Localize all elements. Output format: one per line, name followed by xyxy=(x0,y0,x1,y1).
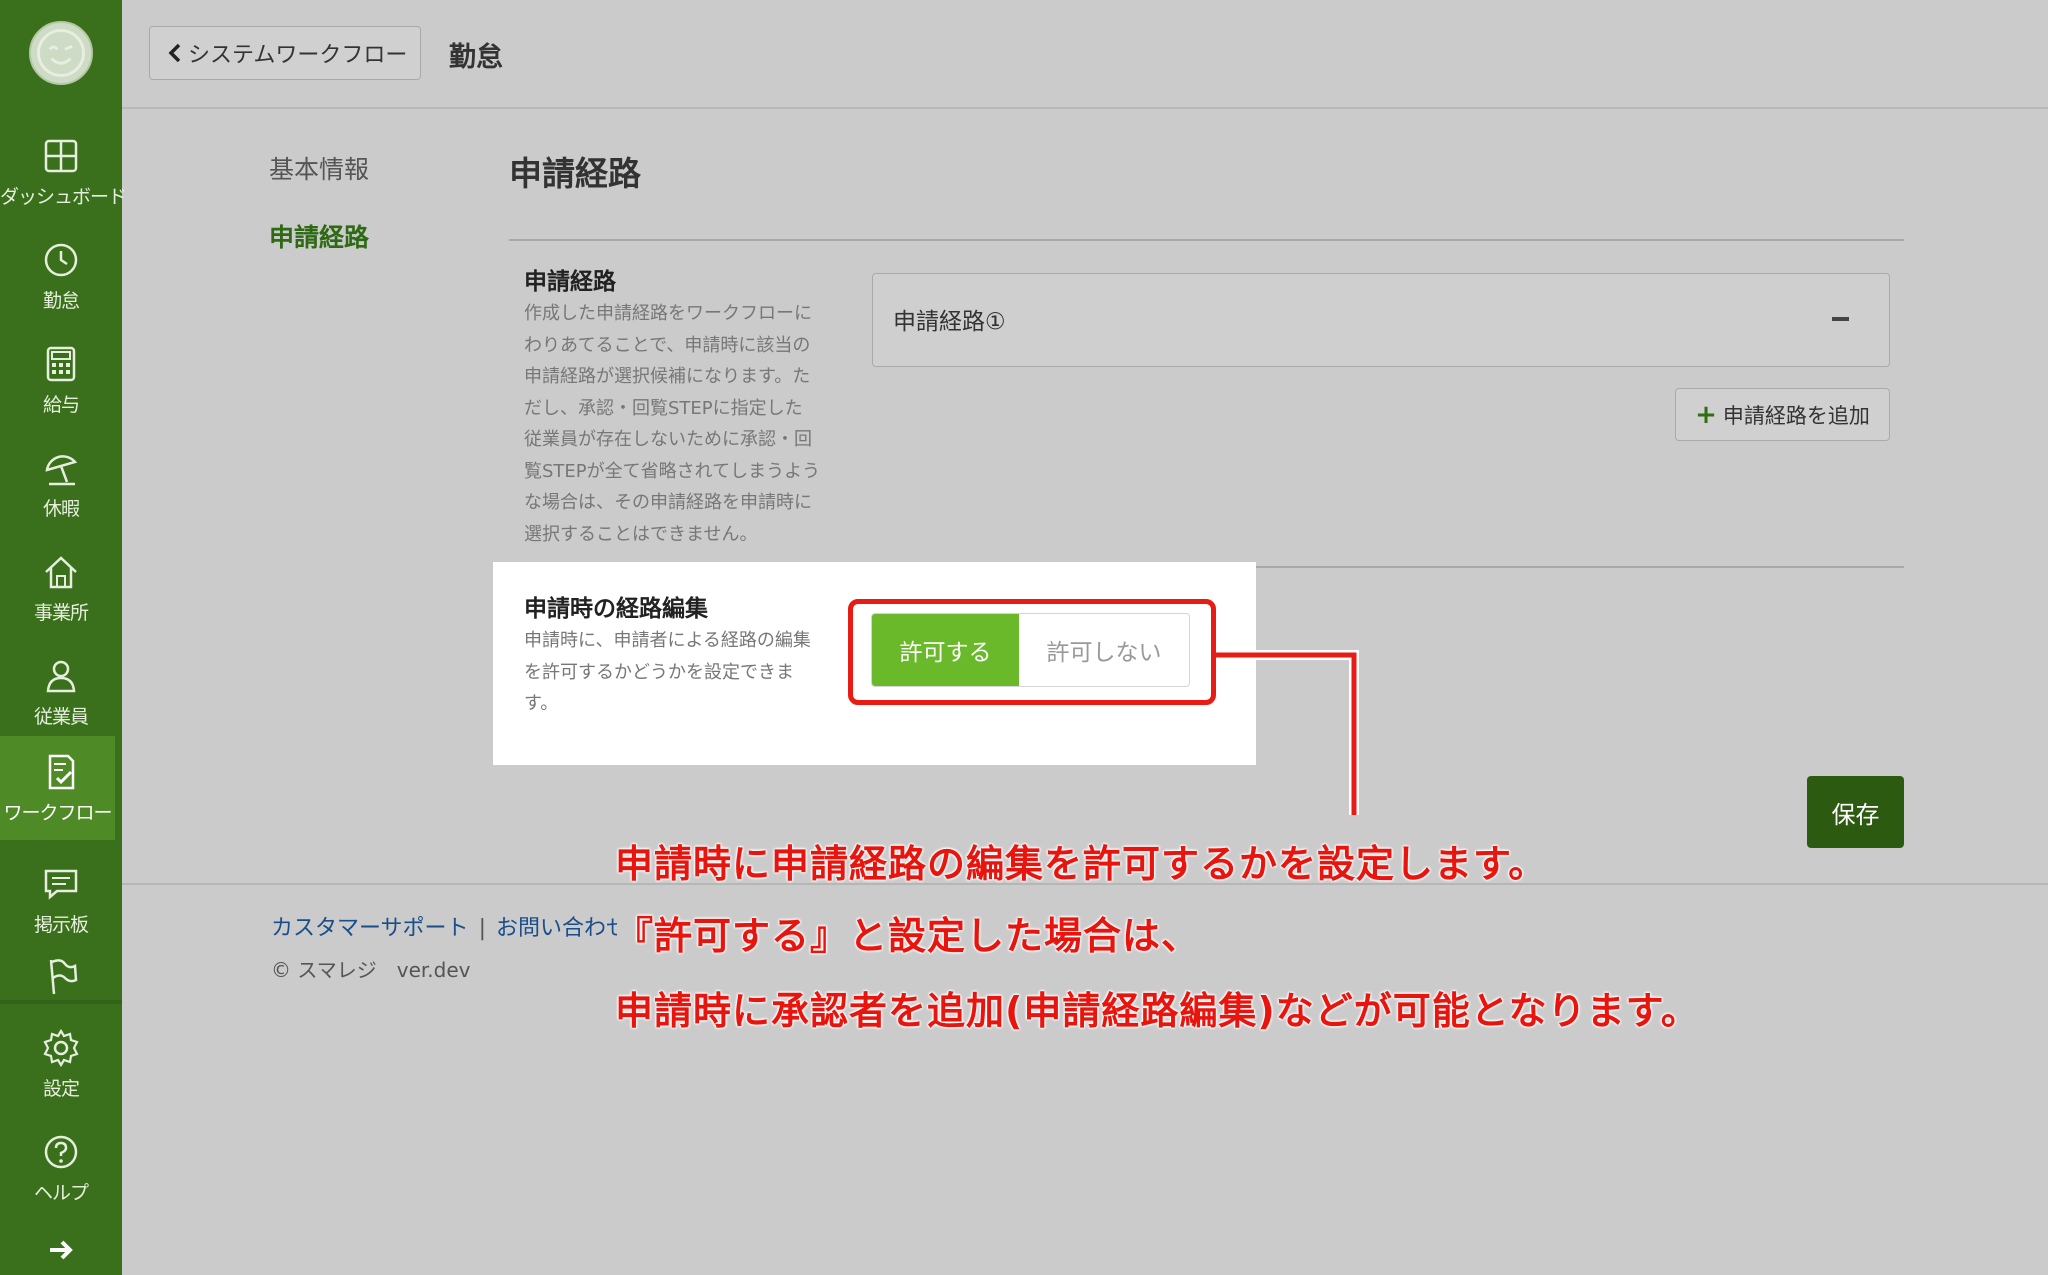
annotation-line: 申請時に申請経路の編集を許可するかを設定します。 xyxy=(615,842,1548,886)
annotation-line: 『許可する』と設定した場合は、 xyxy=(615,914,1201,958)
annotation-line: 申請時に承認者を追加(申請経路編集)などが可能となります。 xyxy=(615,989,1700,1033)
annotation-connector xyxy=(1216,650,1359,815)
